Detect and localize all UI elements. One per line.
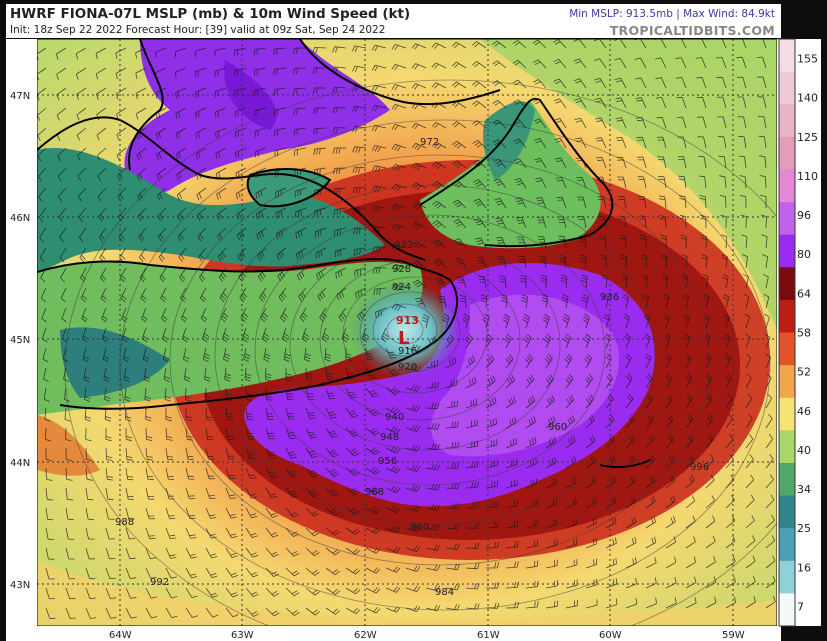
storm-stats: Min MSLP: 913.5mb | Max Wind: 84.9kt — [569, 8, 775, 20]
isobar-label: 980 — [410, 522, 429, 533]
colorbar-swatch — [779, 234, 795, 268]
colorbar-swatch — [779, 593, 795, 627]
colorbar-swatch — [779, 169, 795, 203]
colorbar-swatch — [779, 528, 795, 562]
isobar-label: 948 — [380, 432, 399, 443]
colorbar-swatch — [779, 560, 795, 594]
isobar-label: 968 — [365, 487, 384, 498]
colorbar-tick-label: 64 — [797, 287, 811, 300]
isobar-label: 972 — [420, 137, 439, 148]
colorbar-tick-label: 46 — [797, 405, 811, 418]
colorbar-tick-label: 25 — [797, 522, 811, 535]
colorbar-swatch — [779, 430, 795, 464]
lon-label: 61W — [477, 630, 500, 641]
lon-label: 60W — [599, 630, 622, 641]
wind-map: 928 924 916 932 920 940 948 956 968 980 … — [6, 38, 821, 641]
colorbar-swatches — [778, 38, 796, 627]
map-area: 928 924 916 932 920 940 948 956 968 980 … — [37, 39, 777, 626]
isobar-label: 988 — [115, 517, 134, 528]
colorbar-tick-label: 80 — [797, 248, 811, 261]
colorbar-swatch — [779, 39, 795, 73]
isobar-label: 960 — [548, 422, 567, 433]
brand-watermark: TROPICALTIDBITS.COM — [609, 23, 775, 38]
colorbar-swatch — [779, 71, 795, 105]
colorbar: 155 140 125 110 96 80 64 58 52 46 40 34 25 16 7 — [777, 38, 821, 627]
lon-label: 59W — [722, 630, 745, 641]
lon-label: 63W — [231, 630, 254, 641]
colorbar-tick-label: 110 — [797, 170, 818, 183]
colorbar-swatch — [779, 267, 795, 301]
center-pressure-label: 913 — [396, 314, 419, 327]
lat-label: 44N — [10, 458, 30, 469]
colorbar-tick-label: 125 — [797, 131, 818, 144]
colorbar-swatch — [779, 299, 795, 333]
colorbar-tick-label: 40 — [797, 444, 811, 457]
isobar-label: 940 — [385, 412, 404, 423]
map-title: HWRF FIONA-07L MSLP (mb) & 10m Wind Spee… — [10, 6, 411, 22]
lat-label: 45N — [10, 335, 30, 346]
lat-label-margin — [6, 39, 37, 626]
lon-label: 62W — [354, 630, 377, 641]
isobar-label: 928 — [392, 264, 411, 275]
colorbar-swatch — [779, 365, 795, 399]
colorbar-tick-label: 34 — [797, 483, 811, 496]
lat-label: 46N — [10, 213, 30, 224]
colorbar-swatch — [779, 462, 795, 497]
colorbar-swatch — [779, 202, 795, 236]
colorbar-tick-label: 7 — [797, 600, 804, 613]
colorbar-swatch — [779, 104, 795, 138]
lat-label: 47N — [10, 91, 30, 102]
lon-label: 64W — [109, 630, 132, 641]
colorbar-swatch — [779, 332, 795, 366]
isobar-label: 984 — [435, 587, 454, 598]
colorbar-tick-label: 140 — [797, 92, 818, 105]
isobar-label: 992 — [150, 577, 169, 588]
isobar-label: 956 — [378, 456, 397, 467]
header: HWRF FIONA-07L MSLP (mb) & 10m Wind Spee… — [6, 4, 781, 38]
figure-frame: 928 924 916 932 920 940 948 956 968 980 … — [0, 0, 827, 641]
isobar-label: 936 — [600, 292, 619, 303]
colorbar-tick-label: 58 — [797, 327, 811, 340]
isobar-label: 920 — [398, 362, 417, 373]
colorbar-swatch — [779, 495, 795, 529]
colorbar-tick-label: 16 — [797, 561, 811, 574]
colorbar-tick-label: 52 — [797, 366, 811, 379]
lat-label: 43N — [10, 580, 30, 591]
colorbar-tick-label: 155 — [797, 53, 818, 66]
low-pressure-marker: L — [398, 328, 409, 349]
isobar-label: 996 — [690, 462, 709, 473]
isobar-label: 932 — [394, 240, 413, 251]
colorbar-swatch — [779, 136, 795, 170]
colorbar-swatch — [779, 397, 795, 431]
colorbar-tick-label: 96 — [797, 209, 811, 222]
isobar-label: 924 — [392, 282, 411, 293]
init-line: Init: 18z Sep 22 2022 Forecast Hour: [39… — [10, 24, 386, 36]
